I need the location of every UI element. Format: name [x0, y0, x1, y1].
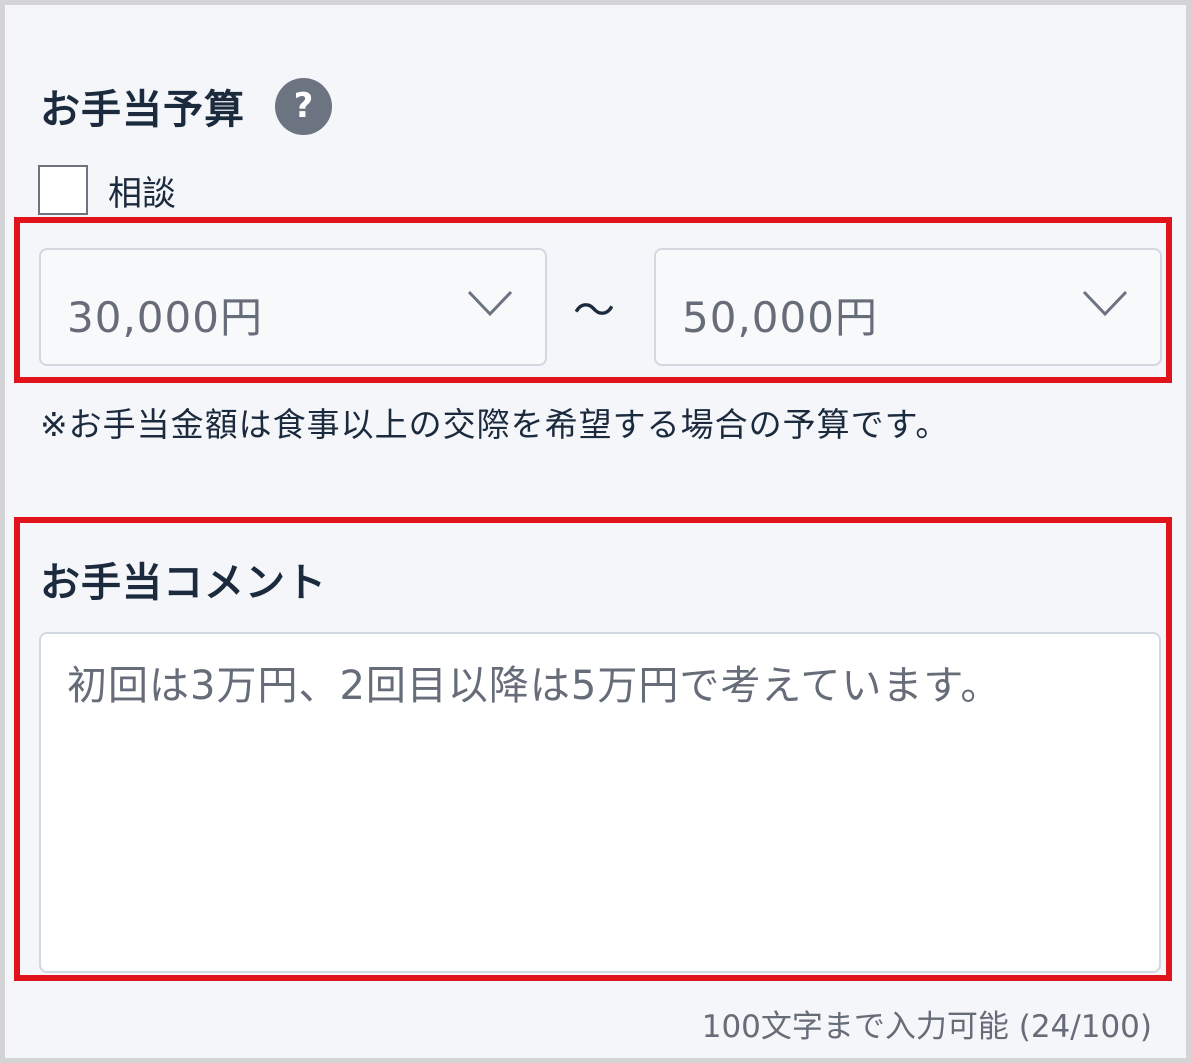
character-counter: 100文字まで入力可能 (24/100) — [701, 1009, 1152, 1045]
budget-title: お手当予算 — [40, 87, 245, 133]
help-icon[interactable]: ? — [275, 77, 332, 135]
budget-section-title: お手当予算 ? — [40, 77, 332, 135]
budget-range-highlight — [14, 217, 1172, 383]
budget-note: ※お手当金額は食事以上の交際を希望する場合の予算です。 — [40, 405, 950, 444]
consult-label: 相談 — [108, 173, 176, 214]
comment-highlight — [14, 517, 1172, 981]
consult-option[interactable]: 相談 — [38, 165, 176, 215]
consult-checkbox[interactable] — [38, 165, 88, 215]
